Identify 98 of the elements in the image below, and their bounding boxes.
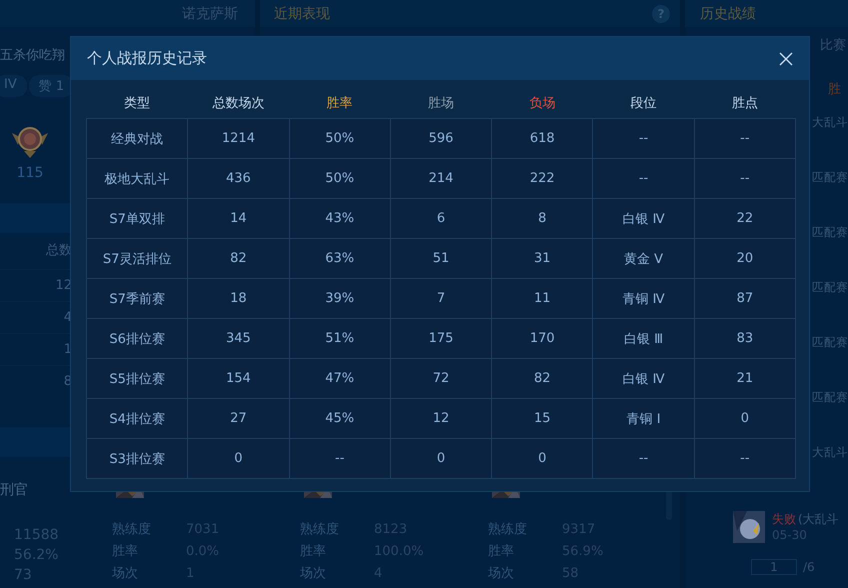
- table-cell: 31: [492, 238, 593, 278]
- table-cell: 14: [188, 198, 290, 238]
- table-cell: 345: [188, 318, 290, 358]
- match-result: 失败: [772, 512, 796, 526]
- table-cell: 87: [694, 278, 796, 318]
- table-cell: 51%: [289, 318, 390, 358]
- match-mode: 大乱斗: [812, 445, 848, 461]
- dialog-title: 个人战报历史记录: [87, 49, 207, 68]
- table-cell: 6: [390, 198, 492, 238]
- match-mode: 匹配赛: [812, 280, 848, 296]
- stat-label: 胜率: [112, 543, 139, 560]
- table-cell: 黄金 Ⅴ: [592, 238, 694, 278]
- table-cell: 0: [188, 438, 290, 478]
- panel-title: 近期表现: [274, 4, 330, 22]
- table-cell: 39%: [289, 278, 390, 318]
- match-mode: 匹配赛: [812, 225, 848, 241]
- badge-value: 115: [16, 165, 44, 181]
- match-mode: 匹配赛: [812, 170, 848, 186]
- stat-label: 熟练度: [488, 521, 528, 538]
- column-header: 胜率: [326, 96, 353, 111]
- table-cell: 82: [188, 238, 290, 278]
- table-cell: S5排位赛: [86, 358, 188, 398]
- column-header: 负场: [529, 96, 556, 111]
- table-cell: --: [592, 158, 694, 198]
- table-cell: 0: [390, 438, 492, 478]
- help-button[interactable]: ?: [652, 4, 670, 22]
- table-cell: 15: [492, 398, 593, 438]
- table-cell: 45%: [289, 398, 390, 438]
- table-cell: 20: [694, 238, 796, 278]
- hero-name: 刑官: [0, 481, 28, 499]
- table-cell: 12: [390, 398, 492, 438]
- close-icon[interactable]: [779, 52, 793, 66]
- column-header: 段位: [630, 96, 657, 111]
- table-cell: 0: [694, 398, 796, 438]
- table-cell: 83: [694, 318, 796, 358]
- table-cell: 11: [492, 278, 593, 318]
- table-cell: 50%: [289, 118, 390, 158]
- table-cell: 18: [188, 278, 290, 318]
- match-mode: 匹配赛: [812, 390, 848, 406]
- column-header: 总数场次: [212, 96, 264, 111]
- table-cell: 27: [188, 398, 290, 438]
- table-cell: 经典对战: [86, 118, 188, 158]
- match-mode: 匹配赛: [812, 335, 848, 351]
- table-cell: 50%: [289, 158, 390, 198]
- table-cell: --: [289, 438, 390, 478]
- table-cell: S7季前赛: [86, 278, 188, 318]
- table-cell: S7单双排: [86, 198, 188, 238]
- table-cell: 72: [390, 358, 492, 398]
- table-cell: 青铜 Ⅰ: [592, 398, 694, 438]
- match-mode: 大乱斗: [812, 115, 848, 131]
- stat-label: 熟练度: [112, 521, 152, 538]
- table-cell: 白银 Ⅳ: [592, 358, 694, 398]
- table-cell: 154: [188, 358, 290, 398]
- table-cell: 222: [492, 158, 593, 198]
- table-cell: S4排位赛: [86, 398, 188, 438]
- table-cell: 8: [492, 198, 593, 238]
- match-mode: (大乱斗: [798, 512, 839, 526]
- table-cell: 82: [492, 358, 593, 398]
- table-cell: 436: [188, 158, 290, 198]
- table-cell: 51: [390, 238, 492, 278]
- stat-label: 胜率: [300, 543, 327, 560]
- table-cell: 青铜 Ⅳ: [592, 278, 694, 318]
- stat-label: 场次: [488, 565, 515, 582]
- panel-title: 历史战绩: [700, 4, 756, 22]
- stat-label: 场次: [300, 565, 327, 582]
- stat-label: 熟练度: [300, 521, 340, 538]
- table-cell: --: [592, 438, 694, 478]
- column-header: 胜场: [428, 96, 454, 111]
- table-cell: 47%: [289, 358, 390, 398]
- table-cell: 22: [694, 198, 796, 238]
- column-header: 总数: [45, 242, 72, 260]
- column-header: 胜点: [732, 96, 758, 111]
- table-cell: S7灵活排位: [86, 238, 188, 278]
- player-name: 五杀你吃翔: [0, 47, 65, 65]
- table-cell: 21: [694, 358, 796, 398]
- table-cell: 1214: [188, 118, 290, 158]
- table-cell: --: [592, 118, 694, 158]
- table-cell: 214: [390, 158, 492, 198]
- table-cell: 43%: [289, 198, 390, 238]
- table-cell: 极地大乱斗: [86, 158, 188, 198]
- table-cell: 170: [492, 318, 593, 358]
- table-cell: --: [694, 158, 796, 198]
- stat-label: 胜率: [488, 543, 515, 560]
- table-cell: --: [694, 118, 796, 158]
- table-cell: 白银 Ⅲ: [592, 318, 694, 358]
- table-cell: 7: [390, 278, 492, 318]
- stat-label: 场次: [112, 565, 139, 582]
- table-cell: S3排位赛: [86, 438, 188, 478]
- table-cell: S6排位赛: [86, 318, 188, 358]
- table-cell: 175: [390, 318, 492, 358]
- column-header: 类型: [124, 96, 150, 111]
- table-cell: 618: [492, 118, 593, 158]
- table-cell: 596: [390, 118, 492, 158]
- table-cell: --: [694, 438, 796, 478]
- table-cell: 白银 Ⅳ: [592, 198, 694, 238]
- column-header: 胜: [828, 81, 842, 98]
- table-cell: 0: [492, 438, 593, 478]
- table-cell: 63%: [289, 238, 390, 278]
